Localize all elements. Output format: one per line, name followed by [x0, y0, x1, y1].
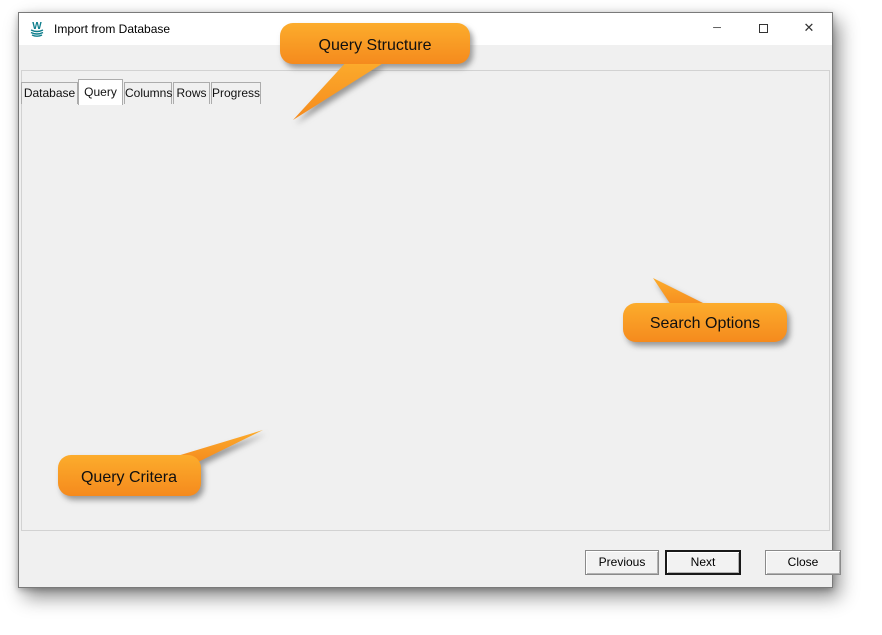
title-bar: W Import from Database ─ ✕ — [19, 13, 832, 45]
close-button-footer[interactable]: Close — [765, 550, 841, 575]
close-button[interactable]: ✕ — [786, 13, 832, 43]
tab-query[interactable]: Query — [78, 79, 123, 105]
previous-button[interactable]: Previous — [585, 550, 659, 575]
query-tab-page — [21, 70, 830, 531]
next-button[interactable]: Next — [665, 550, 741, 575]
tab-columns[interactable]: Columns — [124, 82, 172, 104]
app-icon: W — [28, 20, 46, 38]
tab-strip: Database Query Columns Rows Progress — [19, 46, 832, 71]
minimize-button[interactable]: ─ — [694, 13, 740, 43]
tab-rows[interactable]: Rows — [173, 82, 210, 104]
tab-progress[interactable]: Progress — [211, 82, 261, 104]
window-title: Import from Database — [54, 22, 170, 36]
import-from-database-dialog: W Import from Database ─ ✕ Database Quer… — [18, 12, 833, 588]
tab-database[interactable]: Database — [21, 82, 78, 104]
maximize-button[interactable] — [740, 13, 786, 43]
maximize-icon — [759, 24, 768, 33]
